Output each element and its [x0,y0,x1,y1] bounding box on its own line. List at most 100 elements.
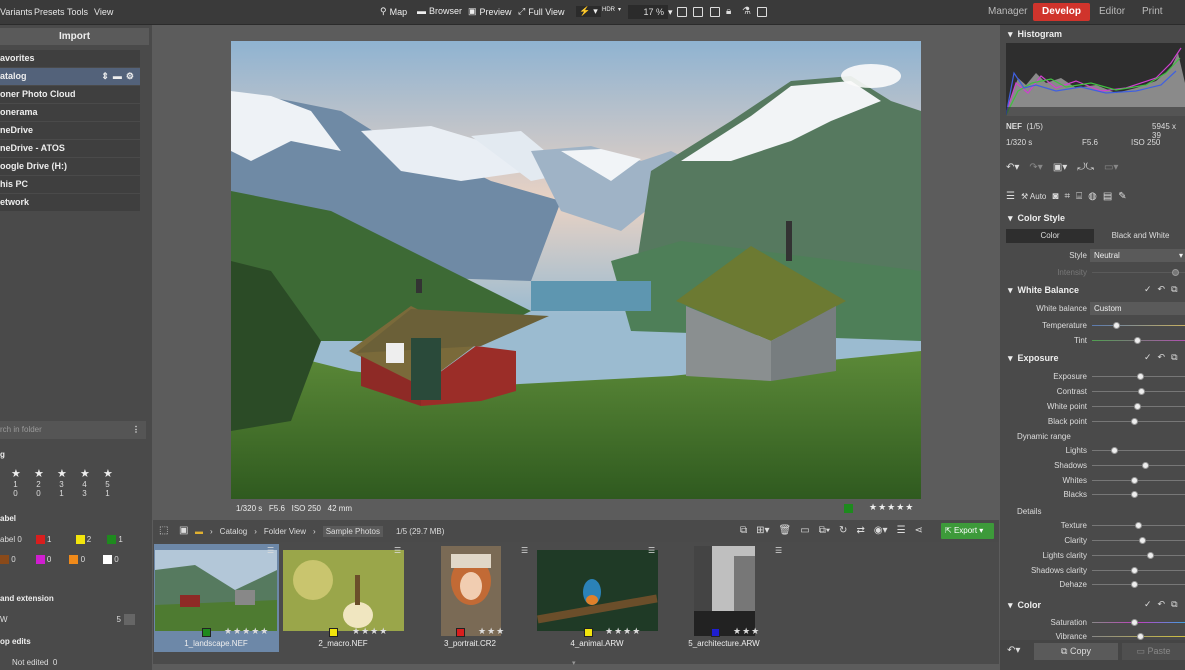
thumb-5-label[interactable] [711,628,720,637]
folder-google-drive[interactable]: oogle Drive (H:) [0,158,140,175]
contrast-slider[interactable] [1092,388,1185,395]
color-style-header[interactable]: ▾ Color Style [1008,213,1065,224]
preview-button[interactable]: ▣ Preview [468,6,512,17]
tab-editor[interactable]: Editor [1099,6,1125,17]
copy-icon[interactable]: ⧉ [1171,284,1183,294]
dehaze-knob[interactable] [1131,581,1138,588]
check-icon[interactable]: ✓ [1144,284,1158,294]
rotate-icon[interactable]: ↻ [839,525,847,536]
label-red[interactable] [35,535,45,544]
label-green[interactable] [107,535,117,544]
blacks-knob[interactable] [1131,491,1138,498]
lights-knob[interactable] [1111,447,1118,454]
histogram-header[interactable]: ▾ Histogram [1008,29,1062,40]
undo-icon[interactable]: ↶▾ [1006,162,1019,173]
reset-icon[interactable]: ↶ [1158,599,1172,609]
move-icon[interactable]: ▭ [800,525,809,536]
copy-icon[interactable]: ⧉ [1171,352,1183,362]
thumb-1[interactable] [155,550,277,631]
main-photo[interactable] [231,41,921,499]
exposure-slider[interactable] [1092,373,1185,380]
export-button[interactable]: ⇱ Export ▾ [941,523,994,539]
auto-button[interactable]: ⚒ Auto [1021,192,1046,201]
thumb-1-menu-icon[interactable]: ☰ [267,546,274,555]
exposure-knob[interactable] [1137,373,1144,380]
redo-icon[interactable]: ↷▾ [1029,162,1042,173]
thumb-3[interactable] [441,546,501,636]
eyedropper-icon[interactable]: ⚗ [742,6,751,17]
folder-zonerama[interactable]: onerama [0,104,140,121]
thumb-2-menu-icon[interactable]: ☰ [394,546,401,555]
snapshot-icon[interactable]: ▣▾ [1053,162,1067,173]
blackpoint-knob[interactable] [1131,418,1138,425]
saturation-slider[interactable] [1092,619,1185,626]
rotate-image-icon[interactable]: ⤾⤿ [1077,162,1094,173]
add-folder-icon[interactable]: ▣ [179,525,188,536]
check-icon[interactable]: ✓ [1144,599,1158,609]
thumb-2-label[interactable] [329,628,338,637]
thumb-5[interactable] [694,546,755,636]
compare-icon[interactable] [710,7,720,17]
share-network-icon[interactable]: ⋖ [915,525,923,536]
temperature-knob[interactable] [1113,322,1120,329]
contrast-knob[interactable] [1138,388,1145,395]
clarity-slider[interactable] [1092,537,1185,544]
thumb-4[interactable] [537,550,658,631]
photo-rating[interactable]: ★★★★★ [869,502,914,513]
tab-print[interactable]: Print [1142,6,1163,17]
lights-clarity-slider[interactable] [1092,552,1185,559]
camera-icon[interactable]: ◙ [1052,191,1058,202]
thumb-2-stars[interactable]: ★★★★ [352,626,388,637]
whites-knob[interactable] [1131,477,1138,484]
texture-knob[interactable] [1135,522,1142,529]
intensity-knob[interactable] [1172,269,1179,276]
saturation-knob[interactable] [1131,619,1138,626]
rating-2[interactable]: ★ 2 0 [34,467,44,498]
sort-icon[interactable]: ☰ [897,525,906,536]
menu-view[interactable]: View [94,7,113,17]
white-balance-header[interactable]: ▾ White Balance [1008,285,1079,296]
catalog-actions-icon[interactable]: ⇕▬⚙ [101,68,138,85]
copy-icon[interactable]: ⧉ [1171,599,1183,609]
blacks-slider[interactable] [1092,491,1185,498]
copy-to-icon[interactable]: ⧉▾ [819,525,830,536]
gradient-icon[interactable]: ▤ [1103,191,1112,202]
folder-favorites[interactable]: avorites [0,50,140,67]
photo-color-label[interactable] [844,504,853,513]
thumb-2[interactable] [283,550,404,631]
whitepoint-knob[interactable] [1134,403,1141,410]
temperature-slider[interactable] [1092,322,1185,329]
thumb-5-menu-icon[interactable]: ☰ [775,546,782,555]
adjust-icon[interactable]: ☰ [1006,191,1015,202]
paste-button[interactable]: ▭ Paste [1122,643,1185,660]
exposure-header[interactable]: ▾ Exposure [1008,353,1059,364]
menu-tools[interactable]: Tools [67,7,88,17]
reset-icon[interactable]: ↶ [1158,352,1172,362]
rating-3[interactable]: ★ 3 1 [57,467,67,498]
label-magenta[interactable] [35,555,45,564]
whites-slider[interactable] [1092,477,1185,484]
intensity-slider[interactable] [1092,269,1185,276]
rating-5[interactable]: ★ 5 1 [103,467,113,498]
tab-color[interactable]: Color [1006,229,1094,243]
folder-network[interactable]: etwork [0,194,140,211]
check-icon[interactable]: ✓ [1144,352,1158,362]
menu-presets[interactable]: Presets [34,7,65,17]
fullscreen-icon[interactable] [693,7,703,17]
undo-bottom-icon[interactable]: ↶▾ [1007,645,1020,656]
vibrance-slider[interactable] [1092,633,1185,640]
clarity-knob[interactable] [1139,537,1146,544]
label-orange[interactable] [69,555,79,564]
zoom-field[interactable]: 17 % [628,5,668,19]
pen-icon[interactable]: ✎ [1118,191,1126,202]
thumb-4-stars[interactable]: ★★★★ [605,626,641,637]
tab-black-white[interactable]: Black and White [1096,229,1185,243]
folder-this-pc[interactable]: his PC [0,176,140,193]
blackpoint-slider[interactable] [1092,418,1185,425]
tab-develop[interactable]: Develop [1033,3,1090,21]
crop-icon[interactable]: ⌗ [1064,191,1070,202]
dehaze-slider[interactable] [1092,581,1185,588]
style-dropdown[interactable]: Neutral ▾ [1090,249,1185,262]
thumb-1-label[interactable] [202,628,211,637]
tint-knob[interactable] [1134,337,1141,344]
